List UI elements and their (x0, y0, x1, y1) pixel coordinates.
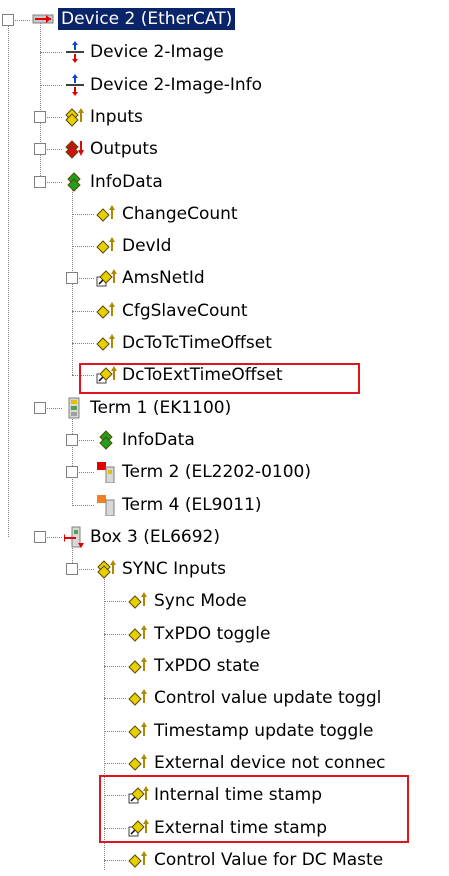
process-image-icon (64, 41, 86, 68)
tree-node[interactable]: Term 4 (EL9011) (0, 489, 449, 521)
ethercat-device-icon (32, 9, 54, 36)
tree-guide-line (104, 633, 126, 635)
tree-node-label: TxPDO toggle (154, 623, 271, 644)
infodata-icon (96, 429, 118, 456)
collapse-toggle[interactable] (34, 401, 46, 414)
input-variable-icon (128, 849, 150, 876)
expand-toggle[interactable] (34, 143, 46, 156)
input-variable-icon (128, 687, 150, 714)
input-variable-icon (96, 300, 118, 327)
tree-guide-line (40, 52, 62, 54)
tree-node[interactable]: Outputs (0, 133, 449, 165)
tree-node[interactable]: AmsNetId (0, 262, 449, 294)
input-variable-icon (96, 203, 118, 230)
tree-node-label: AmsNetId (122, 268, 205, 289)
tree-guide-line (104, 698, 126, 700)
tree-node-label: Box 3 (EL6692) (90, 526, 220, 547)
tree-node-label: TxPDO state (154, 656, 260, 676)
input-variables-icon (64, 106, 86, 133)
tree-node[interactable]: InfoData (0, 166, 449, 198)
tree-node[interactable]: Sync Mode (0, 585, 449, 617)
tree-guide-line (72, 246, 94, 248)
infodata-icon (64, 171, 86, 198)
tree-guide-line (72, 504, 94, 506)
highlight-annotation-box (99, 775, 409, 843)
tree-node-label: InfoData (90, 171, 163, 192)
highlight-annotation-box (79, 363, 360, 394)
tree-node-label: Sync Mode (154, 591, 247, 612)
tree-node[interactable]: SYNC Inputs (0, 553, 449, 585)
expand-toggle[interactable] (66, 272, 78, 285)
tree-node[interactable]: Device 2-Image-Info (0, 69, 449, 101)
tree-node-label: CfgSlaveCount (122, 300, 248, 321)
tree-node-label: Outputs (90, 139, 158, 160)
tree-node[interactable]: Device 2-Image (0, 36, 449, 68)
tree-node-label: External device not connec (154, 752, 386, 773)
digital-output-terminal-icon (96, 461, 118, 488)
tree-guide-line (72, 213, 94, 215)
process-image-icon (64, 73, 86, 101)
bridge-terminal-icon (61, 526, 86, 553)
tree-node[interactable]: DevId (0, 230, 449, 262)
coupler-terminal-icon (64, 397, 86, 424)
solution-tree: Device 2 (EtherCAT) Device 2-Image Device … (0, 0, 449, 870)
tree-node[interactable]: Control Value for DC Maste (0, 844, 449, 876)
tree-node-label: Term 4 (EL9011) (122, 494, 262, 515)
tree-guide-line (104, 730, 126, 732)
input-variable-icon (128, 720, 150, 747)
tree-guide-line (72, 310, 94, 312)
input-variable-icon (128, 655, 150, 682)
tree-node[interactable]: CfgSlaveCount (0, 295, 449, 327)
tree-node[interactable]: Device 2 (EtherCAT) (0, 4, 449, 36)
linked-input-variable-icon (96, 267, 118, 294)
tree-guide-line (72, 343, 94, 344)
tree-node[interactable]: Term 1 (EK1100) (0, 392, 449, 424)
tree-node-label: ChangeCount (122, 203, 238, 224)
tree-node[interactable]: InfoData (0, 424, 449, 456)
tree-guide-line (104, 762, 126, 764)
collapse-toggle[interactable] (34, 530, 46, 543)
tree-node-label: Control Value for DC Maste (154, 849, 384, 870)
tree-node-label: Inputs (90, 106, 143, 127)
tree-guide-line (104, 859, 126, 861)
input-variable-icon (128, 623, 150, 650)
expand-toggle[interactable] (66, 433, 78, 446)
tree-node-label: Device 2-Image-Info (90, 74, 263, 95)
tree-node-label: InfoData (122, 429, 195, 450)
tree-node[interactable]: Box 3 (EL6692) (0, 521, 449, 553)
output-variables-icon (64, 138, 86, 165)
tree-node[interactable]: TxPDO state (0, 650, 449, 682)
tree-node[interactable]: Inputs (0, 101, 449, 133)
tree-node[interactable]: DcToTcTimeOffset (0, 327, 449, 359)
input-variable-icon (128, 590, 150, 617)
tree-node-label: DevId (122, 236, 172, 257)
tree-node[interactable]: Control value update toggl (0, 682, 449, 714)
tree-node-label: SYNC Inputs (122, 559, 227, 580)
collapse-toggle[interactable] (2, 14, 14, 26)
input-group-icon (96, 558, 118, 585)
collapse-toggle[interactable] (66, 563, 78, 576)
tree-node[interactable]: Timestamp update toggle (0, 715, 449, 747)
tree-node[interactable]: Term 2 (EL2202-0100) (0, 456, 449, 488)
tree-node-label: Device 2-Image (90, 42, 224, 63)
collapse-toggle[interactable] (34, 175, 46, 188)
tree-node-label: Timestamp update toggle (154, 720, 374, 741)
tree-guide-line (40, 84, 62, 86)
end-terminal-icon (96, 494, 118, 521)
tree-node-label: Term 2 (EL2202-0100) (122, 462, 311, 483)
tree-guide-line (104, 601, 126, 603)
tree-node-label: Term 1 (EK1100) (90, 397, 232, 418)
input-variable-icon (96, 235, 118, 262)
tree-node[interactable]: ChangeCount (0, 198, 449, 230)
tree-node-label: DcToTcTimeOffset (122, 333, 272, 353)
tree-node-label: Control value update toggl (154, 688, 382, 709)
tree-node[interactable]: TxPDO toggle (0, 618, 449, 650)
tree-node-label: Device 2 (EtherCAT) (58, 8, 236, 30)
expand-toggle[interactable] (66, 466, 78, 479)
expand-toggle[interactable] (34, 110, 46, 123)
input-variable-icon (96, 332, 118, 359)
tree-guide-line (104, 666, 126, 667)
